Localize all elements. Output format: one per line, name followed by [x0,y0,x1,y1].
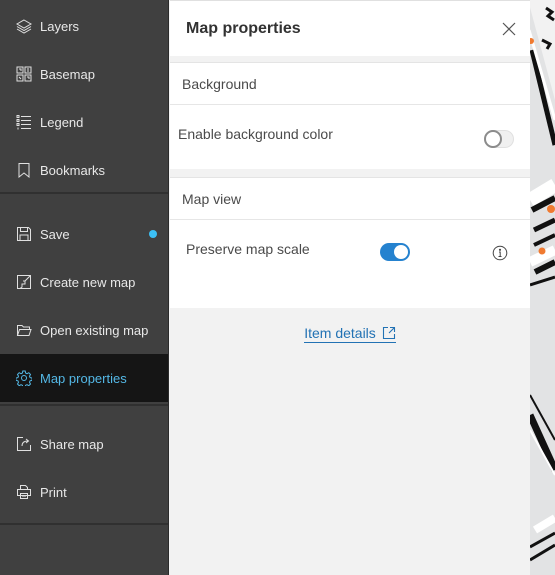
basemap-icon [16,66,32,82]
preserve-map-scale-toggle[interactable] [380,243,410,261]
sidebar-item-label: Bookmarks [40,162,106,178]
map-view-section: Map view Preserve map scale [170,177,530,308]
bookmark-icon [16,162,32,178]
background-section: Background Enable background color [170,62,530,169]
sidebar-item-label: Map properties [40,370,127,386]
print-icon [16,484,32,500]
new-map-icon [16,274,32,290]
setting-label: Enable background color [178,126,333,142]
item-details-container: Item details [170,325,530,343]
sidebar-item-save[interactable]: Save [0,210,168,258]
panel-title: Map properties [186,19,301,37]
item-details-link[interactable]: Item details [304,325,396,343]
close-button[interactable] [500,20,518,38]
sidebar-item-share-map[interactable]: Share map [0,420,168,468]
sidebar: Layers Basemap Legend Bookmarks Save Cre… [0,0,169,575]
sidebar-group-map-actions: Save Create new map Open existing map Ma… [0,194,168,406]
item-details-label: Item details [304,325,376,341]
sidebar-item-label: Legend [40,114,84,130]
sidebar-item-create-new-map[interactable]: Create new map [0,258,168,306]
sidebar-item-label: Open existing map [40,322,149,338]
gear-icon [16,370,32,386]
sidebar-item-label: Create new map [40,274,136,290]
panel-header: Map properties [170,0,530,56]
sidebar-item-open-existing-map[interactable]: Open existing map [0,306,168,354]
info-icon[interactable] [492,245,508,261]
sidebar-group-content: Layers Basemap Legend Bookmarks [0,0,168,194]
toggle-knob [394,245,408,259]
sidebar-item-legend[interactable]: Legend [0,98,168,146]
unsaved-changes-dot [149,230,157,238]
sidebar-item-print[interactable]: Print [0,468,168,516]
setting-label: Preserve map scale [186,241,310,257]
section-heading: Background [170,63,530,105]
layers-icon [16,18,32,34]
sidebar-item-bookmarks[interactable]: Bookmarks [0,146,168,194]
sidebar-item-map-properties[interactable]: Map properties [0,354,168,402]
sidebar-item-label: Share map [40,436,104,452]
share-icon [16,436,32,452]
sidebar-group-share: Share map Print [0,406,168,525]
external-link-icon [382,326,395,340]
setting-row: Enable background color [170,105,530,169]
map-canvas [530,0,555,575]
sidebar-item-basemap[interactable]: Basemap [0,50,168,98]
sidebar-item-label: Print [40,484,67,500]
map-properties-panel: Map properties Background Enable backgro… [170,0,530,575]
toggle-knob [484,130,502,148]
enable-background-color-toggle[interactable] [484,130,514,148]
sidebar-item-label: Layers [40,18,80,34]
sidebar-item-layers[interactable]: Layers [0,2,168,50]
sidebar-item-label: Basemap [40,66,95,82]
map-view[interactable] [530,0,555,575]
sidebar-item-label: Save [40,226,70,242]
save-icon [16,226,32,242]
section-heading: Map view [170,178,530,220]
folder-open-icon [16,322,32,338]
legend-icon [16,114,32,130]
close-icon [502,22,516,35]
setting-row: Preserve map scale [170,220,530,308]
